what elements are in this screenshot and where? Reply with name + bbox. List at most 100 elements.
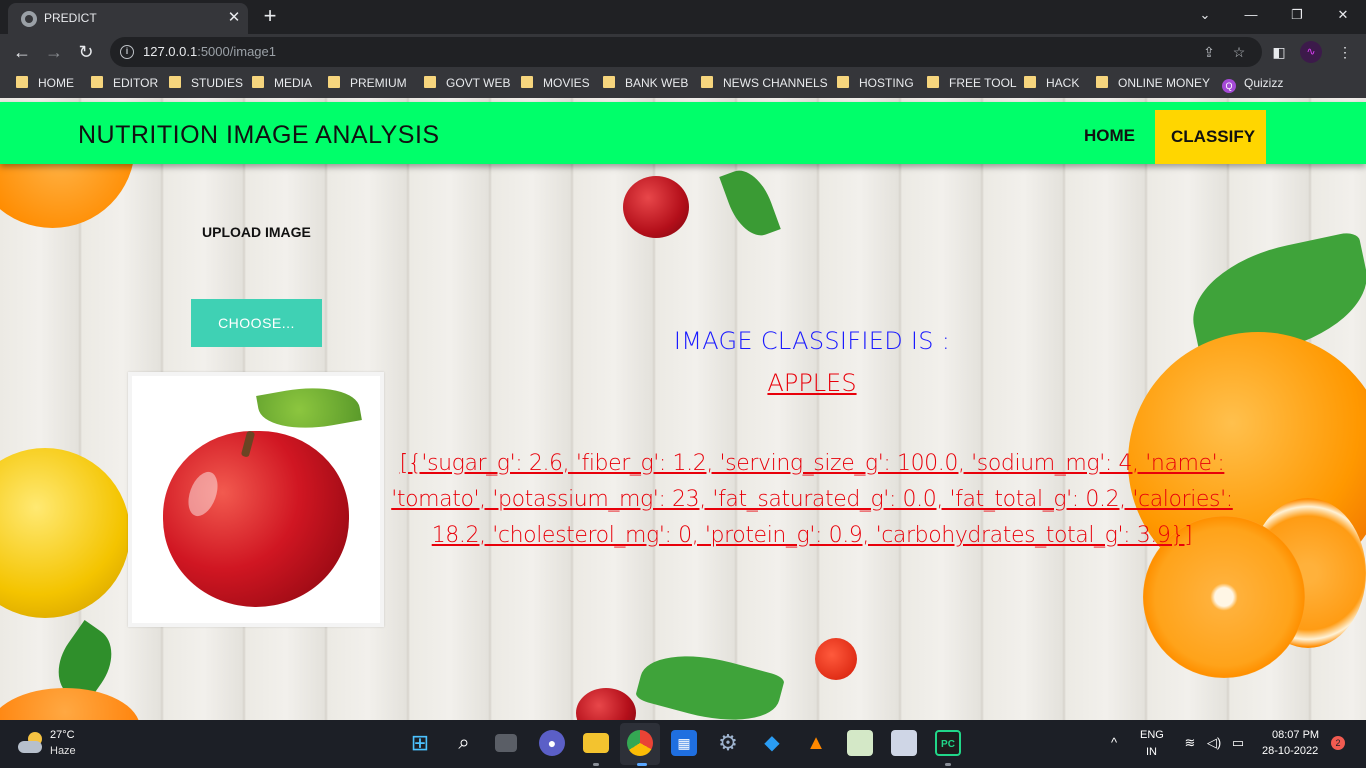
- uploaded-image-preview: [128, 372, 384, 627]
- bookmark-label: HOME: [38, 76, 74, 90]
- bookmark-label: STUDIES: [191, 76, 244, 90]
- folder-icon: [328, 76, 340, 88]
- forward-button[interactable]: →: [42, 40, 66, 64]
- vlc-icon[interactable]: ▲: [803, 730, 829, 756]
- leaf-decoration: [634, 640, 786, 720]
- bookmark-online-money[interactable]: ONLINE MONEY: [1096, 76, 1210, 92]
- bookmark-bank-web[interactable]: BANK WEB: [603, 76, 688, 92]
- wifi-icon[interactable]: ≋: [1181, 735, 1199, 751]
- settings-gear-icon[interactable]: ⚙: [715, 730, 741, 756]
- bookmark-movies[interactable]: MOVIES: [521, 76, 590, 92]
- bookmark-label: FREE TOOL: [949, 76, 1017, 90]
- new-tab-button[interactable]: +: [258, 5, 282, 29]
- leaf-decoration: [719, 163, 781, 243]
- battery-icon[interactable]: ▭: [1229, 735, 1247, 751]
- browser-tab-bar: PREDICT ✕ + ⌄ — ❐ ✕: [0, 0, 1366, 34]
- site-navbar: NUTRITION IMAGE ANALYSIS HOME CLASSIFY: [0, 102, 1366, 164]
- close-tab-icon[interactable]: ✕: [224, 8, 244, 28]
- bookmark-quizizz[interactable]: Q Quizizz: [1222, 76, 1284, 93]
- bookmark-label: ONLINE MONEY: [1118, 76, 1211, 90]
- folder-icon: [1024, 76, 1036, 88]
- input-region-indicator[interactable]: IN: [1146, 746, 1157, 758]
- bookmark-hosting[interactable]: HOSTING: [837, 76, 914, 92]
- chart-app-icon[interactable]: [847, 730, 873, 756]
- file-explorer-icon[interactable]: [583, 733, 609, 753]
- restore-button[interactable]: ❐: [1285, 5, 1309, 25]
- bookmark-label: GOVT WEB: [446, 76, 511, 90]
- folder-icon: [701, 76, 713, 88]
- bookmarks-bar: HOME EDITOR STUDIES MEDIA PREMIUM GOVT W…: [0, 70, 1366, 98]
- bookmark-label: MOVIES: [543, 76, 590, 90]
- minimize-button[interactable]: —: [1239, 5, 1263, 25]
- cloud-shape: [18, 741, 42, 753]
- cherry-decoration: [623, 176, 689, 238]
- weather-haze-icon[interactable]: [18, 732, 44, 754]
- clock-date[interactable]: 28-10-2022: [1262, 745, 1318, 757]
- bookmark-label: HOSTING: [859, 76, 914, 90]
- folder-icon: [169, 76, 181, 88]
- menu-icon[interactable]: ⋮: [1334, 41, 1356, 63]
- apple-image: [163, 431, 349, 607]
- cherry-decoration: [576, 688, 636, 720]
- vscode-icon[interactable]: ◆: [759, 730, 785, 756]
- language-indicator[interactable]: ENG: [1140, 729, 1164, 741]
- bookmark-label: BANK WEB: [625, 76, 689, 90]
- clock-time[interactable]: 08:07 PM: [1272, 729, 1319, 741]
- web-page: NUTRITION IMAGE ANALYSIS HOME CLASSIFY U…: [0, 98, 1366, 720]
- result-class-link[interactable]: APPLES: [767, 366, 856, 400]
- snipping-tool-icon[interactable]: [891, 730, 917, 756]
- bookmark-home[interactable]: HOME: [16, 76, 74, 92]
- bookmark-star-icon[interactable]: ☆: [1229, 42, 1249, 62]
- profile-avatar[interactable]: ∿: [1300, 41, 1322, 63]
- side-panel-icon[interactable]: ◧: [1268, 41, 1290, 63]
- folder-icon: [252, 76, 264, 88]
- nav-home[interactable]: HOME: [1084, 126, 1135, 146]
- bookmark-media[interactable]: MEDIA: [252, 76, 312, 92]
- bookmark-premium[interactable]: PREMIUM: [328, 76, 407, 92]
- weather-description[interactable]: Haze: [50, 745, 76, 757]
- share-icon[interactable]: ⇪: [1199, 42, 1219, 62]
- folder-icon: [424, 76, 436, 88]
- store-icon[interactable]: ▦: [671, 730, 697, 756]
- folder-icon: [16, 76, 28, 88]
- taskbar: 27°C Haze ⊞ ⌕ ● ▦ ⚙ ◆ ▲ PC ^ ENG IN ≋ ◁)…: [0, 720, 1366, 768]
- url-text[interactable]: 127.0.0.1:5000/image1: [143, 44, 276, 59]
- chrome-icon[interactable]: [627, 730, 653, 756]
- url-path: :5000/image1: [197, 44, 276, 59]
- chat-icon[interactable]: ●: [539, 730, 565, 756]
- close-window-button[interactable]: ✕: [1331, 5, 1355, 25]
- bookmark-news-channels[interactable]: NEWS CHANNELS: [701, 76, 828, 92]
- pycharm-icon[interactable]: PC: [935, 730, 961, 756]
- nutrition-details-link[interactable]: [{'sugar_g': 2.6, 'fiber_g': 1.2, 'servi…: [386, 446, 1238, 554]
- bookmark-editor[interactable]: EDITOR: [91, 76, 158, 92]
- reload-button[interactable]: ↻: [74, 40, 98, 64]
- bookmark-label: Quizizz: [1244, 76, 1284, 90]
- site-brand[interactable]: NUTRITION IMAGE ANALYSIS: [78, 121, 440, 150]
- address-bar[interactable]: i 127.0.0.1:5000/image1 ⇪ ☆: [110, 37, 1262, 67]
- orange-decoration: [0, 688, 140, 720]
- bookmark-studies[interactable]: STUDIES: [169, 76, 243, 92]
- bookmark-free-tool[interactable]: FREE TOOL: [927, 76, 1017, 92]
- site-info-icon[interactable]: i: [120, 45, 134, 59]
- task-view-icon[interactable]: [495, 734, 517, 752]
- bookmark-govt-web[interactable]: GOVT WEB: [424, 76, 510, 92]
- nav-classify[interactable]: CLASSIFY: [1155, 110, 1266, 164]
- classification-result: IMAGE CLASSIFIED IS : APPLES [{'sugar_g'…: [386, 324, 1238, 554]
- nav-classify-label: CLASSIFY: [1171, 127, 1256, 146]
- volume-icon[interactable]: ◁): [1205, 735, 1223, 751]
- show-hidden-icons-chevron-icon[interactable]: ^: [1105, 735, 1123, 750]
- bookmark-label: HACK: [1046, 76, 1080, 90]
- tab-search-chevron-icon[interactable]: ⌄: [1193, 5, 1217, 25]
- windows-start-icon[interactable]: ⊞: [407, 730, 433, 756]
- bookmark-label: EDITOR: [113, 76, 159, 90]
- bookmark-hack[interactable]: HACK: [1024, 76, 1079, 92]
- back-button[interactable]: ←: [10, 40, 34, 64]
- search-icon[interactable]: ⌕: [451, 730, 477, 756]
- bookmark-label: MEDIA: [274, 76, 313, 90]
- notification-badge[interactable]: 2: [1331, 736, 1345, 750]
- folder-icon: [927, 76, 939, 88]
- folder-icon: [837, 76, 849, 88]
- weather-temperature[interactable]: 27°C: [50, 729, 75, 741]
- browser-tab[interactable]: PREDICT ✕: [8, 3, 248, 34]
- choose-file-button[interactable]: CHOOSE...: [191, 299, 322, 347]
